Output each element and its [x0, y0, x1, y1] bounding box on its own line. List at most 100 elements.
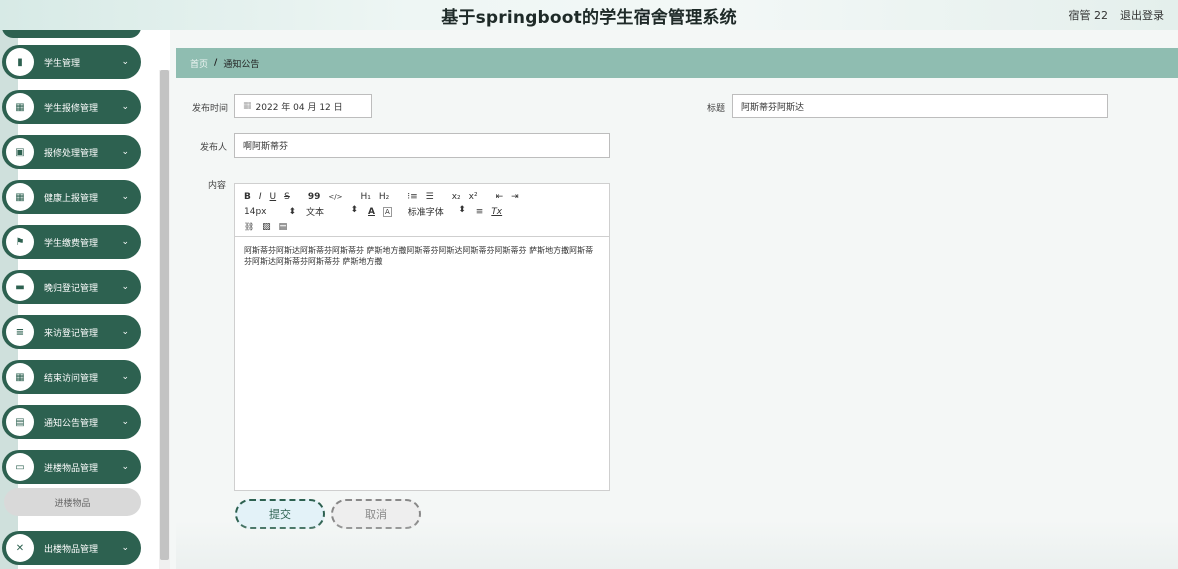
h1-button[interactable]: H₁ — [360, 192, 370, 202]
film-icon: ✕ — [6, 534, 34, 562]
align-button[interactable]: ≡ — [476, 207, 484, 217]
sidebar-item-repair-request[interactable]: ▦ 学生报修管理 ⌄ — [2, 90, 141, 124]
sidebar-item-repair-handle[interactable]: ▣ 报修处理管理 ⌄ — [2, 135, 141, 169]
main-content: 首页 / 通知公告 发布时间 ▦ 2022 年 04 月 12 日 标题 阿斯蒂… — [176, 48, 1178, 569]
clipboard-icon: ▤ — [6, 408, 34, 436]
text-style-select[interactable]: 文本 ⬍ — [306, 205, 358, 218]
code-button[interactable]: </> — [328, 193, 342, 201]
chevron-down-icon: ⌄ — [121, 327, 129, 337]
sidebar-item-visitor[interactable]: ≡ 来访登记管理 ⌄ — [2, 315, 141, 349]
italic-button[interactable]: I — [259, 192, 262, 202]
indent-button[interactable]: ⇥ — [511, 192, 519, 202]
background-decoration — [176, 520, 1178, 569]
font-family-select[interactable]: 标准字体 ⬍ — [408, 205, 466, 218]
outdent-button[interactable]: ⇤ — [496, 192, 504, 202]
underline-button[interactable]: U — [270, 192, 277, 202]
editor-toolbar: B I U S 99 </> H₁ H₂ ⁝≡ ☰ x₂ x² ⇤ ⇥ 14px… — [235, 184, 609, 237]
font-size-value: 14px — [244, 206, 267, 217]
sidebar-item-late-return[interactable]: ▬ 晚归登记管理 ⌄ — [2, 270, 141, 304]
sidebar-item-payment[interactable]: ⚑ 学生缴费管理 ⌄ — [2, 225, 141, 259]
publisher-label: 发布人 — [200, 143, 228, 153]
title-label: 标题 — [707, 104, 726, 114]
chevron-down-icon: ⌄ — [121, 282, 129, 292]
sidebar-item-label: 来访登记管理 — [44, 328, 99, 339]
publish-time-field[interactable]: ▦ 2022 年 04 月 12 日 — [234, 94, 372, 118]
sidebar-item-student[interactable]: ▮ 学生管理 ⌄ — [2, 45, 141, 79]
sidebar-item-label: 进楼物品管理 — [44, 463, 99, 474]
publisher-field[interactable]: 啊阿斯蒂芬 — [234, 133, 610, 158]
sidebar-item-label: 结束访问管理 — [44, 373, 99, 384]
ordered-list-button[interactable]: ⁝≡ — [407, 192, 417, 202]
sidebar-item-health-report[interactable]: ▦ 健康上报管理 ⌄ — [2, 180, 141, 214]
sidebar-item-label: 学生管理 — [44, 58, 81, 69]
chart-icon: ▮ — [6, 48, 34, 76]
rich-text-editor: B I U S 99 </> H₁ H₂ ⁝≡ ☰ x₂ x² ⇤ ⇥ 14px… — [234, 183, 610, 491]
content-label: 内容 — [208, 181, 227, 191]
select-arrow-icon: ⬍ — [458, 205, 466, 215]
chevron-down-icon: ⌄ — [121, 102, 129, 112]
sidebar-item-label: 通知公告管理 — [44, 418, 99, 429]
grid-icon: ▦ — [6, 183, 34, 211]
calendar-icon: ▦ — [243, 101, 252, 111]
background-color-button[interactable]: A — [382, 206, 392, 217]
flag-icon: ⚑ — [6, 228, 34, 256]
logout-link[interactable]: 退出登录 — [1120, 7, 1164, 23]
chevron-down-icon: ⌄ — [121, 237, 129, 247]
font-color-button[interactable]: A — [368, 207, 375, 217]
list-icon: ≡ — [6, 318, 34, 346]
breadcrumb-current: 通知公告 — [223, 59, 260, 70]
sidebar-item-label: 晚归登记管理 — [44, 283, 99, 294]
editor-content[interactable]: 阿斯蒂芬阿斯达阿斯蒂芬阿斯蒂芬 萨斯地方撒阿斯蒂芬阿斯达阿斯蒂芬阿斯蒂芬 萨斯地… — [235, 237, 609, 275]
image-icon[interactable]: ▨ — [262, 222, 271, 232]
sidebar-item-items-in[interactable]: ▭ 进楼物品管理 ⌄ — [2, 450, 141, 484]
clear-format-button[interactable]: Tx — [491, 207, 502, 217]
title-value: 阿斯蒂芬阿斯达 — [741, 102, 805, 113]
sidebar-item-end-visit[interactable]: ▦ 结束访问管理 ⌄ — [2, 360, 141, 394]
subscript-button[interactable]: x₂ — [452, 192, 461, 202]
sidebar-item-items-out[interactable]: ✕ 出楼物品管理 ⌄ — [2, 531, 141, 565]
font-family-value: 标准字体 — [407, 208, 444, 218]
chevron-down-icon: ⌄ — [121, 147, 129, 157]
sidebar-item-partial-top[interactable] — [2, 30, 141, 38]
chevron-down-icon: ⌄ — [121, 57, 129, 67]
publish-time-value: 2022 年 04 月 12 日 — [255, 102, 343, 113]
video-icon[interactable]: ▤ — [279, 222, 288, 232]
bullet-list-button[interactable]: ☰ — [426, 192, 434, 202]
quote-button[interactable]: 99 — [308, 192, 321, 202]
text-style-value: 文本 — [306, 208, 325, 218]
chevron-down-icon: ⌄ — [121, 417, 129, 427]
sidebar: ▮ 学生管理 ⌄ ▦ 学生报修管理 ⌄ ▣ 报修处理管理 ⌄ ▦ 健康上报管理 … — [0, 30, 170, 569]
sidebar-item-label: 报修处理管理 — [44, 148, 99, 159]
sidebar-item-label: 出楼物品管理 — [44, 544, 99, 555]
title-field[interactable]: 阿斯蒂芬阿斯达 — [732, 94, 1108, 118]
sidebar-subitem-items-in[interactable]: 进楼物品 — [4, 488, 141, 516]
select-arrow-icon: ⬍ — [288, 206, 296, 217]
sidebar-item-label: 学生缴费管理 — [44, 238, 99, 249]
chevron-down-icon: ⌄ — [121, 543, 129, 553]
link-icon[interactable]: ⛓ — [244, 222, 254, 231]
grid-icon: ▦ — [6, 93, 34, 121]
bold-button[interactable]: B — [244, 192, 251, 202]
chevron-down-icon: ⌄ — [121, 192, 129, 202]
sidebar-item-label: 健康上报管理 — [44, 193, 99, 204]
sidebar-item-notice[interactable]: ▤ 通知公告管理 ⌄ — [2, 405, 141, 439]
sidebar-item-label: 学生报修管理 — [44, 103, 99, 114]
chat-icon: ▬ — [6, 273, 34, 301]
strike-button[interactable]: S — [284, 192, 290, 202]
breadcrumb: 首页 / 通知公告 — [176, 48, 1178, 78]
breadcrumb-separator: / — [214, 58, 218, 68]
select-arrow-icon: ⬍ — [350, 205, 358, 215]
superscript-button[interactable]: x² — [469, 192, 478, 202]
current-user: 宿管 22 — [1068, 9, 1109, 22]
h2-button[interactable]: H₂ — [379, 192, 389, 202]
monitor-icon: ▭ — [6, 453, 34, 481]
publisher-value: 啊阿斯蒂芬 — [243, 142, 289, 152]
top-bar: 基于springboot的学生宿舍管理系统 宿管 22 退出登录 — [0, 0, 1178, 30]
system-title: 基于springboot的学生宿舍管理系统 — [441, 8, 737, 28]
grid-icon: ▦ — [6, 363, 34, 391]
chevron-down-icon: ⌄ — [121, 462, 129, 472]
bag-icon: ▣ — [6, 138, 34, 166]
sidebar-scrollbar-thumb[interactable] — [160, 70, 169, 560]
breadcrumb-home[interactable]: 首页 — [190, 57, 208, 70]
font-size-select[interactable]: 14px ⬍ — [244, 207, 296, 217]
